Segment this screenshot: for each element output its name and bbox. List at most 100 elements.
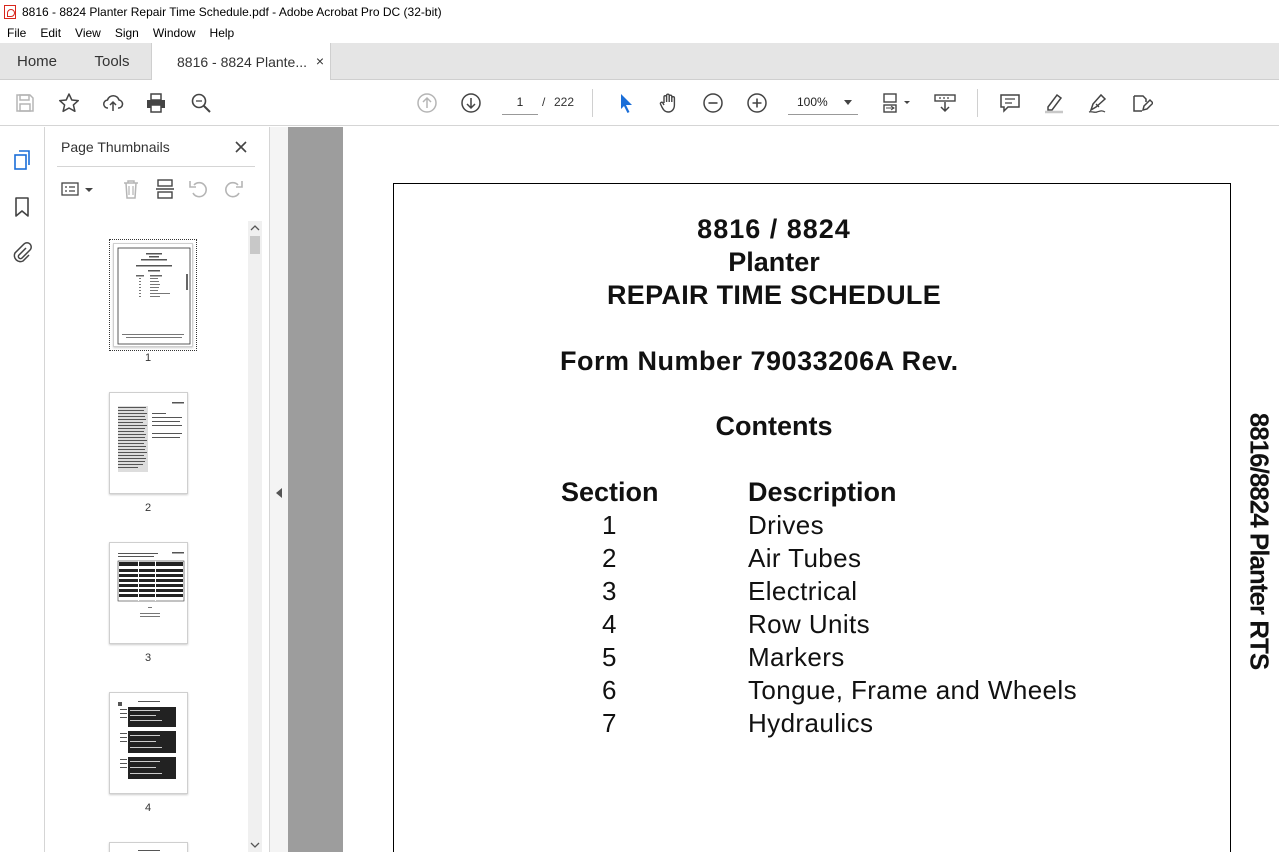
page-number-input[interactable] bbox=[502, 90, 538, 115]
document-title-heading: REPAIR TIME SCHEDULE bbox=[606, 280, 942, 310]
rotate-counterclockwise-icon[interactable] bbox=[187, 177, 211, 201]
sign-icon[interactable] bbox=[1086, 91, 1110, 115]
thumbnail-label: 3 bbox=[144, 652, 152, 664]
tab-close-icon[interactable]: × bbox=[316, 53, 324, 69]
section-number: 4 bbox=[602, 609, 617, 639]
thumbnails-panel: Page Thumbnails 1 2 3 4 bbox=[45, 127, 269, 852]
edit-export-icon[interactable] bbox=[1130, 91, 1154, 115]
thumbnails-scrollbar[interactable] bbox=[248, 221, 262, 852]
thumbnail-page-4[interactable] bbox=[109, 692, 188, 794]
section-number: 6 bbox=[602, 675, 617, 705]
tab-tools[interactable]: Tools bbox=[74, 43, 150, 80]
section-number: 5 bbox=[602, 642, 617, 672]
thumbnail-page-2[interactable] bbox=[109, 392, 188, 494]
page-5-preview bbox=[138, 850, 160, 851]
zoom-in-icon[interactable] bbox=[745, 91, 769, 115]
menu-edit[interactable]: Edit bbox=[33, 26, 68, 40]
acrobat-window: 8816 - 8824 Planter Repair Time Schedule… bbox=[0, 0, 1279, 852]
title-bar: 8816 - 8824 Planter Repair Time Schedule… bbox=[0, 0, 1279, 23]
section-description: Hydraulics bbox=[748, 708, 874, 738]
attachments-icon[interactable] bbox=[10, 240, 34, 264]
chevron-down-icon bbox=[844, 100, 852, 105]
page-4-preview bbox=[118, 701, 176, 779]
page-2-preview bbox=[118, 402, 184, 472]
menu-sign[interactable]: Sign bbox=[108, 26, 146, 40]
zoom-value: 100% bbox=[797, 95, 828, 109]
pdf-app-icon bbox=[4, 4, 16, 19]
thumbnail-page-5[interactable] bbox=[109, 842, 188, 852]
previous-page-icon[interactable] bbox=[415, 91, 439, 115]
section-number: 2 bbox=[602, 543, 617, 573]
zoom-out-icon[interactable] bbox=[701, 91, 725, 115]
form-number: Form Number 79033206A Rev. bbox=[560, 346, 959, 376]
description-column-header: Description bbox=[748, 477, 897, 507]
find-icon[interactable] bbox=[189, 91, 213, 115]
tab-bar: Home Tools 8816 - 8824 Plante... × bbox=[0, 43, 1279, 80]
menu-help[interactable]: Help bbox=[203, 26, 242, 40]
scroll-mode-icon[interactable] bbox=[933, 91, 957, 115]
page-total: 222 bbox=[554, 95, 575, 109]
collapse-panel-icon[interactable] bbox=[276, 488, 282, 498]
highlight-icon[interactable] bbox=[1042, 91, 1066, 115]
print-icon[interactable] bbox=[144, 91, 168, 115]
hand-icon[interactable] bbox=[657, 91, 681, 115]
menu-bar: File Edit View Sign Window Help bbox=[0, 23, 1279, 43]
section-description: Markers bbox=[748, 642, 845, 672]
thumbnail-label: 2 bbox=[144, 502, 152, 514]
tab-document[interactable]: 8816 - 8824 Plante... × bbox=[151, 43, 331, 80]
thumbnail-page-3[interactable] bbox=[109, 542, 188, 644]
section-number: 3 bbox=[602, 576, 617, 606]
bookmarks-icon[interactable] bbox=[10, 195, 34, 219]
main-toolbar: / 222 100% bbox=[0, 80, 1279, 126]
section-description: Electrical bbox=[748, 576, 858, 606]
menu-window[interactable]: Window bbox=[146, 26, 203, 40]
next-page-icon[interactable] bbox=[459, 91, 483, 115]
options-menu-icon[interactable] bbox=[60, 177, 94, 201]
tab-home[interactable]: Home bbox=[0, 43, 74, 80]
menu-file[interactable]: File bbox=[0, 26, 33, 40]
bookmark-star-icon[interactable] bbox=[57, 91, 81, 115]
upload-icon[interactable] bbox=[101, 91, 125, 115]
rotate-clockwise-icon[interactable] bbox=[221, 177, 245, 201]
window-title: 8816 - 8824 Planter Repair Time Schedule… bbox=[22, 4, 442, 19]
menu-view[interactable]: View bbox=[68, 26, 108, 40]
panel-divider bbox=[57, 166, 255, 167]
thumbnails-scrollbar-thumb[interactable] bbox=[250, 236, 260, 254]
side-tab-label: 8816/8824 Planter RTS bbox=[1239, 413, 1279, 670]
left-navigation-rail bbox=[0, 127, 45, 852]
save-icon[interactable] bbox=[13, 91, 37, 115]
page-fit-icon[interactable] bbox=[880, 91, 914, 115]
pdf-page: 8816 / 8824 Planter REPAIR TIME SCHEDULE… bbox=[343, 127, 1279, 852]
tab-document-label: 8816 - 8824 Plante... bbox=[177, 53, 307, 70]
thumbnail-label: 1 bbox=[144, 352, 152, 364]
page-thumbnails-icon[interactable] bbox=[10, 148, 34, 172]
page-1-preview bbox=[117, 247, 191, 345]
section-number: 1 bbox=[602, 510, 617, 540]
comment-icon[interactable] bbox=[998, 91, 1022, 115]
scroll-down-icon[interactable] bbox=[248, 838, 262, 852]
document-machine-heading: Planter bbox=[728, 247, 820, 277]
page-3-preview bbox=[117, 552, 185, 617]
section-description: Drives bbox=[748, 510, 825, 540]
select-cursor-icon[interactable] bbox=[614, 91, 638, 115]
panel-splitter[interactable] bbox=[269, 127, 288, 852]
zoom-dropdown[interactable]: 100% bbox=[788, 90, 858, 115]
section-column-header: Section bbox=[561, 477, 659, 507]
section-description: Air Tubes bbox=[748, 543, 862, 573]
delete-page-icon[interactable] bbox=[119, 177, 143, 201]
page-separator: / bbox=[542, 95, 546, 109]
extract-pages-icon[interactable] bbox=[153, 177, 177, 201]
section-number: 7 bbox=[602, 708, 617, 738]
section-description: Row Units bbox=[748, 609, 871, 639]
page-border: 8816 / 8824 Planter REPAIR TIME SCHEDULE… bbox=[393, 183, 1231, 852]
document-model-heading: 8816 / 8824 bbox=[697, 214, 851, 244]
document-viewport: 8816 / 8824 Planter REPAIR TIME SCHEDULE… bbox=[288, 127, 1279, 852]
close-icon[interactable] bbox=[231, 137, 251, 157]
toolbar-divider bbox=[977, 89, 978, 117]
scroll-up-icon[interactable] bbox=[248, 221, 262, 235]
thumbnail-page-1[interactable] bbox=[109, 239, 197, 351]
contents-heading: Contents bbox=[715, 411, 833, 441]
section-description: Tongue, Frame and Wheels bbox=[748, 675, 1077, 705]
side-tab-text: 8816/8824 Planter RTS bbox=[1244, 412, 1275, 670]
thumbnail-label: 4 bbox=[144, 802, 152, 814]
